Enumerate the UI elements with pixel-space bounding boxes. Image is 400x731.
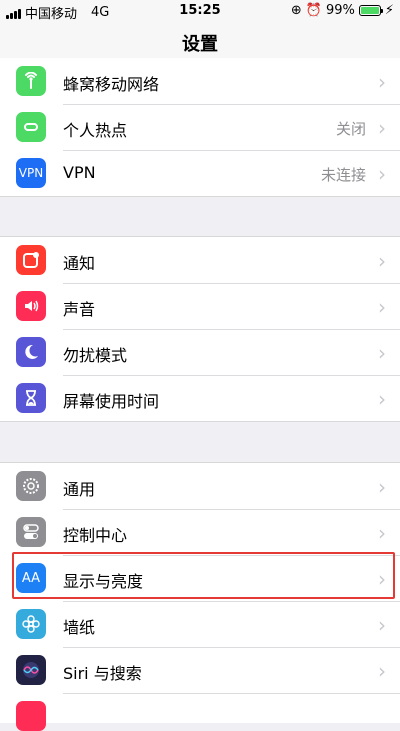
chevron-right-icon: ›: [378, 659, 386, 683]
siri-icon: [16, 655, 46, 685]
status-bar: 中国移动 4G 15:25 ⊕ ⏰ 99% ⚡: [0, 0, 400, 22]
row-label: 勿扰模式: [63, 346, 128, 365]
row-siri-search[interactable]: Siri 与搜索 ›: [0, 647, 400, 693]
chevron-right-icon: ›: [378, 341, 386, 365]
row-display-brightness[interactable]: AA 显示与亮度 ›: [0, 555, 400, 601]
row-wallpaper[interactable]: 墙纸 ›: [0, 601, 400, 647]
notification-icon: [16, 245, 46, 275]
row-vpn[interactable]: VPN VPN 未连接 ›: [0, 150, 400, 196]
row-label: 显示与亮度: [63, 572, 144, 591]
vpn-icon: VPN: [16, 158, 46, 188]
row-partial[interactable]: [0, 693, 400, 731]
row-label: 控制中心: [63, 526, 128, 545]
gear-icon: [16, 471, 46, 501]
row-label: 墙纸: [63, 618, 96, 637]
hourglass-icon: [16, 383, 46, 413]
battery-percent: 99%: [325, 3, 355, 18]
chevron-right-icon: ›: [378, 613, 386, 637]
settings-group-network: 蜂窝移动网络 › 个人热点 关闭 › VPN VPN 未连接 ›: [0, 58, 400, 197]
chevron-right-icon: ›: [378, 295, 386, 319]
row-label: 通用: [63, 480, 96, 499]
display-icon: AA: [16, 563, 46, 593]
row-label: Siri 与搜索: [63, 664, 142, 683]
row-sound[interactable]: 声音 ›: [0, 283, 400, 329]
row-label: VPN: [63, 163, 96, 182]
chevron-right-icon: ›: [378, 116, 386, 140]
row-label: 个人热点: [63, 121, 128, 140]
row-general[interactable]: 通用 ›: [0, 463, 400, 509]
chevron-right-icon: ›: [378, 387, 386, 411]
row-cellular[interactable]: 蜂窝移动网络 ›: [0, 58, 400, 104]
chevron-right-icon: ›: [378, 162, 386, 186]
charging-icon: ⚡: [384, 3, 394, 18]
row-control-center[interactable]: 控制中心 ›: [0, 509, 400, 555]
alarm-icon: ⏰: [305, 3, 322, 18]
hotspot-icon: [16, 112, 46, 142]
row-label: 屏幕使用时间: [63, 392, 160, 411]
battery-icon: [358, 5, 383, 16]
chevron-right-icon: ›: [378, 249, 386, 273]
wallpaper-icon: [16, 609, 46, 639]
moon-icon: [16, 337, 46, 367]
cellular-icon: [16, 66, 46, 96]
row-value: 未连接: [320, 166, 366, 184]
row-notifications[interactable]: 通知 ›: [0, 237, 400, 283]
toggle-icon: [16, 517, 46, 547]
row-do-not-disturb[interactable]: 勿扰模式 ›: [0, 329, 400, 375]
partial-icon: [16, 701, 46, 731]
chevron-right-icon: ›: [378, 475, 386, 499]
settings-group-notifications: 通知 › 声音 › 勿扰模式 › 屏幕使用时间 ›: [0, 236, 400, 422]
row-label: 通知: [63, 254, 96, 273]
settings-group-general: 通用 › 控制中心 › AA 显示与亮度 › 墙纸 › Siri 与搜索 ›: [0, 462, 400, 731]
row-screen-time[interactable]: 屏幕使用时间 ›: [0, 375, 400, 421]
row-value: 关闭: [335, 120, 366, 138]
row-hotspot[interactable]: 个人热点 关闭 ›: [0, 104, 400, 150]
chevron-right-icon: ›: [378, 567, 386, 591]
chevron-right-icon: ›: [378, 70, 386, 94]
chevron-right-icon: ›: [378, 521, 386, 545]
row-label: 蜂窝移动网络: [63, 75, 160, 94]
rotation-lock-icon: ⊕: [290, 3, 302, 18]
status-right: ⊕ ⏰ 99% ⚡: [291, 3, 394, 18]
row-label: 声音: [63, 300, 96, 319]
sound-icon: [16, 291, 46, 321]
battery-fill: [360, 7, 379, 14]
